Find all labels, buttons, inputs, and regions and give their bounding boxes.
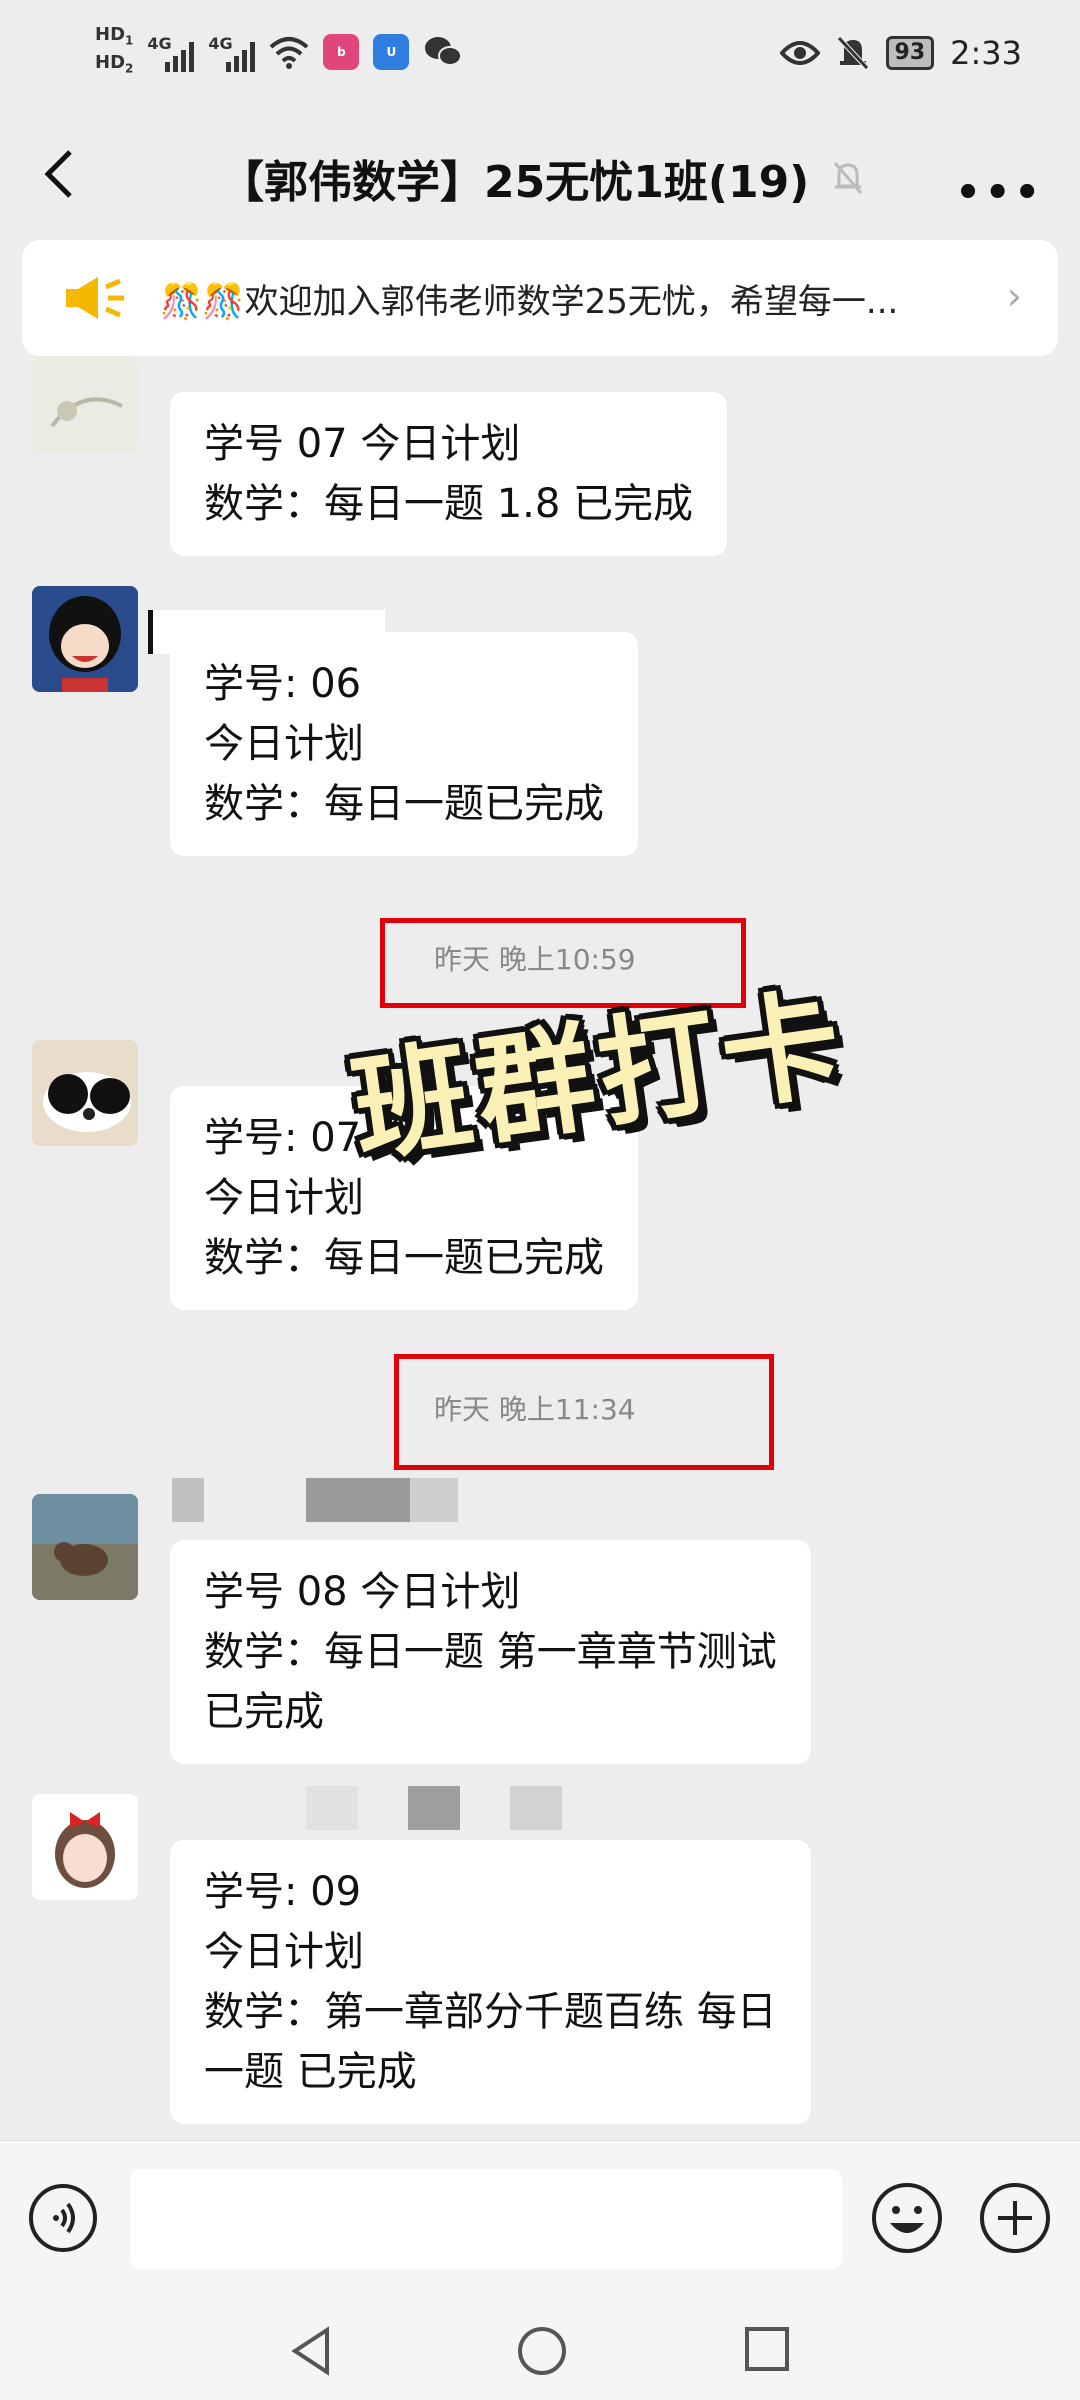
chat-title: 【郭伟数学】25无忧1班(19): [220, 157, 810, 208]
message-input[interactable]: [130, 2169, 842, 2269]
speaker-icon: [66, 277, 124, 319]
group-announcement[interactable]: 🎊🎊欢迎加入郭伟老师数学25无忧，希望每一... ›: [22, 240, 1058, 356]
u-app-icon: U: [373, 34, 410, 70]
nav-recent-apps-icon[interactable]: [742, 2324, 792, 2374]
wifi-icon: [270, 37, 309, 69]
avatar[interactable]: [32, 1494, 138, 1600]
sender-name-blurred: [408, 1786, 460, 1830]
message-bubble: 学号: 09 今日计划 数学：第一章部分千题百练 每日 一题 已完成: [170, 1840, 811, 2124]
eye-icon: [779, 41, 820, 65]
avatar[interactable]: [32, 586, 138, 692]
sender-name-blurred: [172, 1478, 204, 1522]
more-options-icon[interactable]: •••: [955, 170, 1044, 216]
sender-name-blurred: [306, 1786, 358, 1830]
back-arrow-icon[interactable]: [40, 146, 80, 202]
mute-icon: [834, 162, 863, 194]
chevron-right-icon: ›: [1006, 274, 1022, 318]
girl-avatar-image: [32, 1794, 138, 1900]
sender-name-blurred: [510, 1786, 562, 1830]
message-bubble: 学号 08 今日计划 数学：每日一题 第一章章节测试 已完成: [170, 1540, 811, 1764]
emoji-icon[interactable]: [870, 2181, 944, 2255]
avatar[interactable]: [32, 1040, 138, 1146]
dog-avatar-image: [32, 1040, 138, 1146]
message-bubble: 学号: 06 今日计划 数学：每日一题已完成: [170, 632, 638, 856]
sender-name-blurred: [410, 1478, 458, 1522]
avatar[interactable]: [32, 1794, 138, 1900]
plus-icon[interactable]: [978, 2181, 1052, 2255]
anime-avatar-image: [32, 586, 138, 692]
hd-indicator: HD1 HD2: [95, 24, 134, 76]
chat-header: 【郭伟数学】25无忧1班(19) •••: [0, 110, 1080, 240]
mute-bell-icon: [836, 36, 869, 70]
timestamp: 昨天 晚上10:59: [434, 943, 636, 976]
bilibili-app-icon: b: [323, 34, 360, 70]
timestamp: 昨天 晚上11:34: [434, 1393, 636, 1426]
signal-1-icon: 4G: [147, 32, 195, 72]
input-bar: [0, 2140, 1080, 2301]
message-bubble: 学号 07 今日计划 数学：每日一题 1.8 已完成: [170, 392, 728, 556]
wechat-icon: [425, 37, 463, 66]
bear-avatar-image: [32, 1494, 138, 1600]
announcement-text: 🎊🎊欢迎加入郭伟老师数学25无忧，希望每一...: [160, 281, 899, 322]
system-nav-bar: [0, 2300, 1080, 2400]
clock: 2:33: [950, 34, 1022, 72]
nav-home-icon[interactable]: [515, 2324, 569, 2378]
status-bar: HD1 HD2 4G 4G b U 93 2:33: [0, 0, 1080, 110]
sender-name-blurred: [306, 1478, 410, 1522]
avatar[interactable]: [32, 356, 138, 452]
nav-back-icon[interactable]: [285, 2324, 339, 2378]
voice-input-icon[interactable]: [28, 2183, 98, 2253]
signal-2-icon: 4G: [208, 32, 256, 72]
flower-avatar-image: [32, 356, 138, 452]
battery-indicator: 93: [885, 36, 935, 70]
